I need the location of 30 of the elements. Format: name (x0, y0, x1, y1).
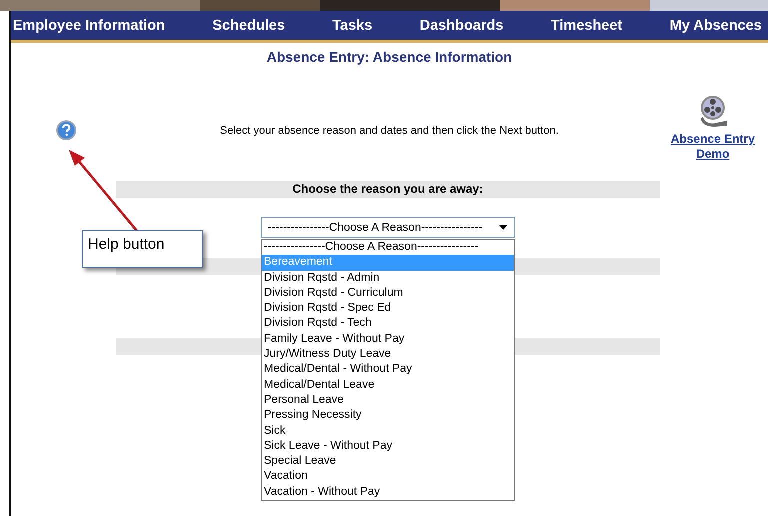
nav-link[interactable]: Tasks (332, 18, 373, 34)
dropdown-option[interactable]: Personal Leave (262, 392, 514, 408)
dropdown-option[interactable]: Pressing Necessity (262, 408, 514, 424)
dropdown-option[interactable]: Division Rqstd - Spec Ed (262, 301, 514, 316)
demo-link[interactable]: Absence Entry Demo (663, 132, 763, 162)
section-header: Choose the reason you are away: (116, 181, 660, 198)
nav-link[interactable]: Schedules (212, 18, 286, 34)
dropdown-option[interactable]: Jury/Witness Duty Leave (262, 347, 514, 362)
dropdown-option[interactable]: Division Rqstd - Curriculum (262, 286, 514, 302)
nav-link[interactable]: Timesheet (551, 18, 623, 34)
caret-icon (499, 225, 508, 230)
nav-link[interactable]: Employee Information (13, 18, 166, 34)
dropdown-option[interactable]: Division Rqstd - Admin (262, 270, 514, 286)
dropdown-option[interactable]: Sick Leave - Without Pay (262, 438, 514, 454)
dropdown-option[interactable]: Vacation (262, 469, 514, 485)
nav-link[interactable]: My Absences (670, 18, 762, 34)
callout-label: Help button (82, 230, 203, 268)
page-title: Absence Entry: Absence Information (266, 49, 514, 65)
dropdown-option[interactable]: Special Leave (262, 454, 514, 470)
nav-link[interactable]: Dashboards (420, 18, 504, 34)
dropdown-option[interactable]: Family Leave - Without Pay (262, 332, 514, 348)
dropdown-option[interactable]: Sick (262, 424, 514, 439)
help-icon[interactable] (56, 120, 77, 141)
dropdown-option[interactable]: Vacation - Without Pay (262, 484, 514, 500)
dropdown-option[interactable]: Medical/Dental - Without Pay (262, 362, 514, 378)
instruction-text: Select your absence reason and dates and then click the Next button. (219, 125, 560, 137)
dropdown-option[interactable]: Division Rqstd - Tech (262, 316, 514, 332)
dropdown-option[interactable]: ----------------Choose A Reason---------------- (262, 240, 514, 256)
dropdown-option[interactable]: Medical/Dental Leave (262, 378, 514, 393)
reason-dropdown[interactable]: ----------------Choose A Reason---------------- (261, 217, 515, 238)
